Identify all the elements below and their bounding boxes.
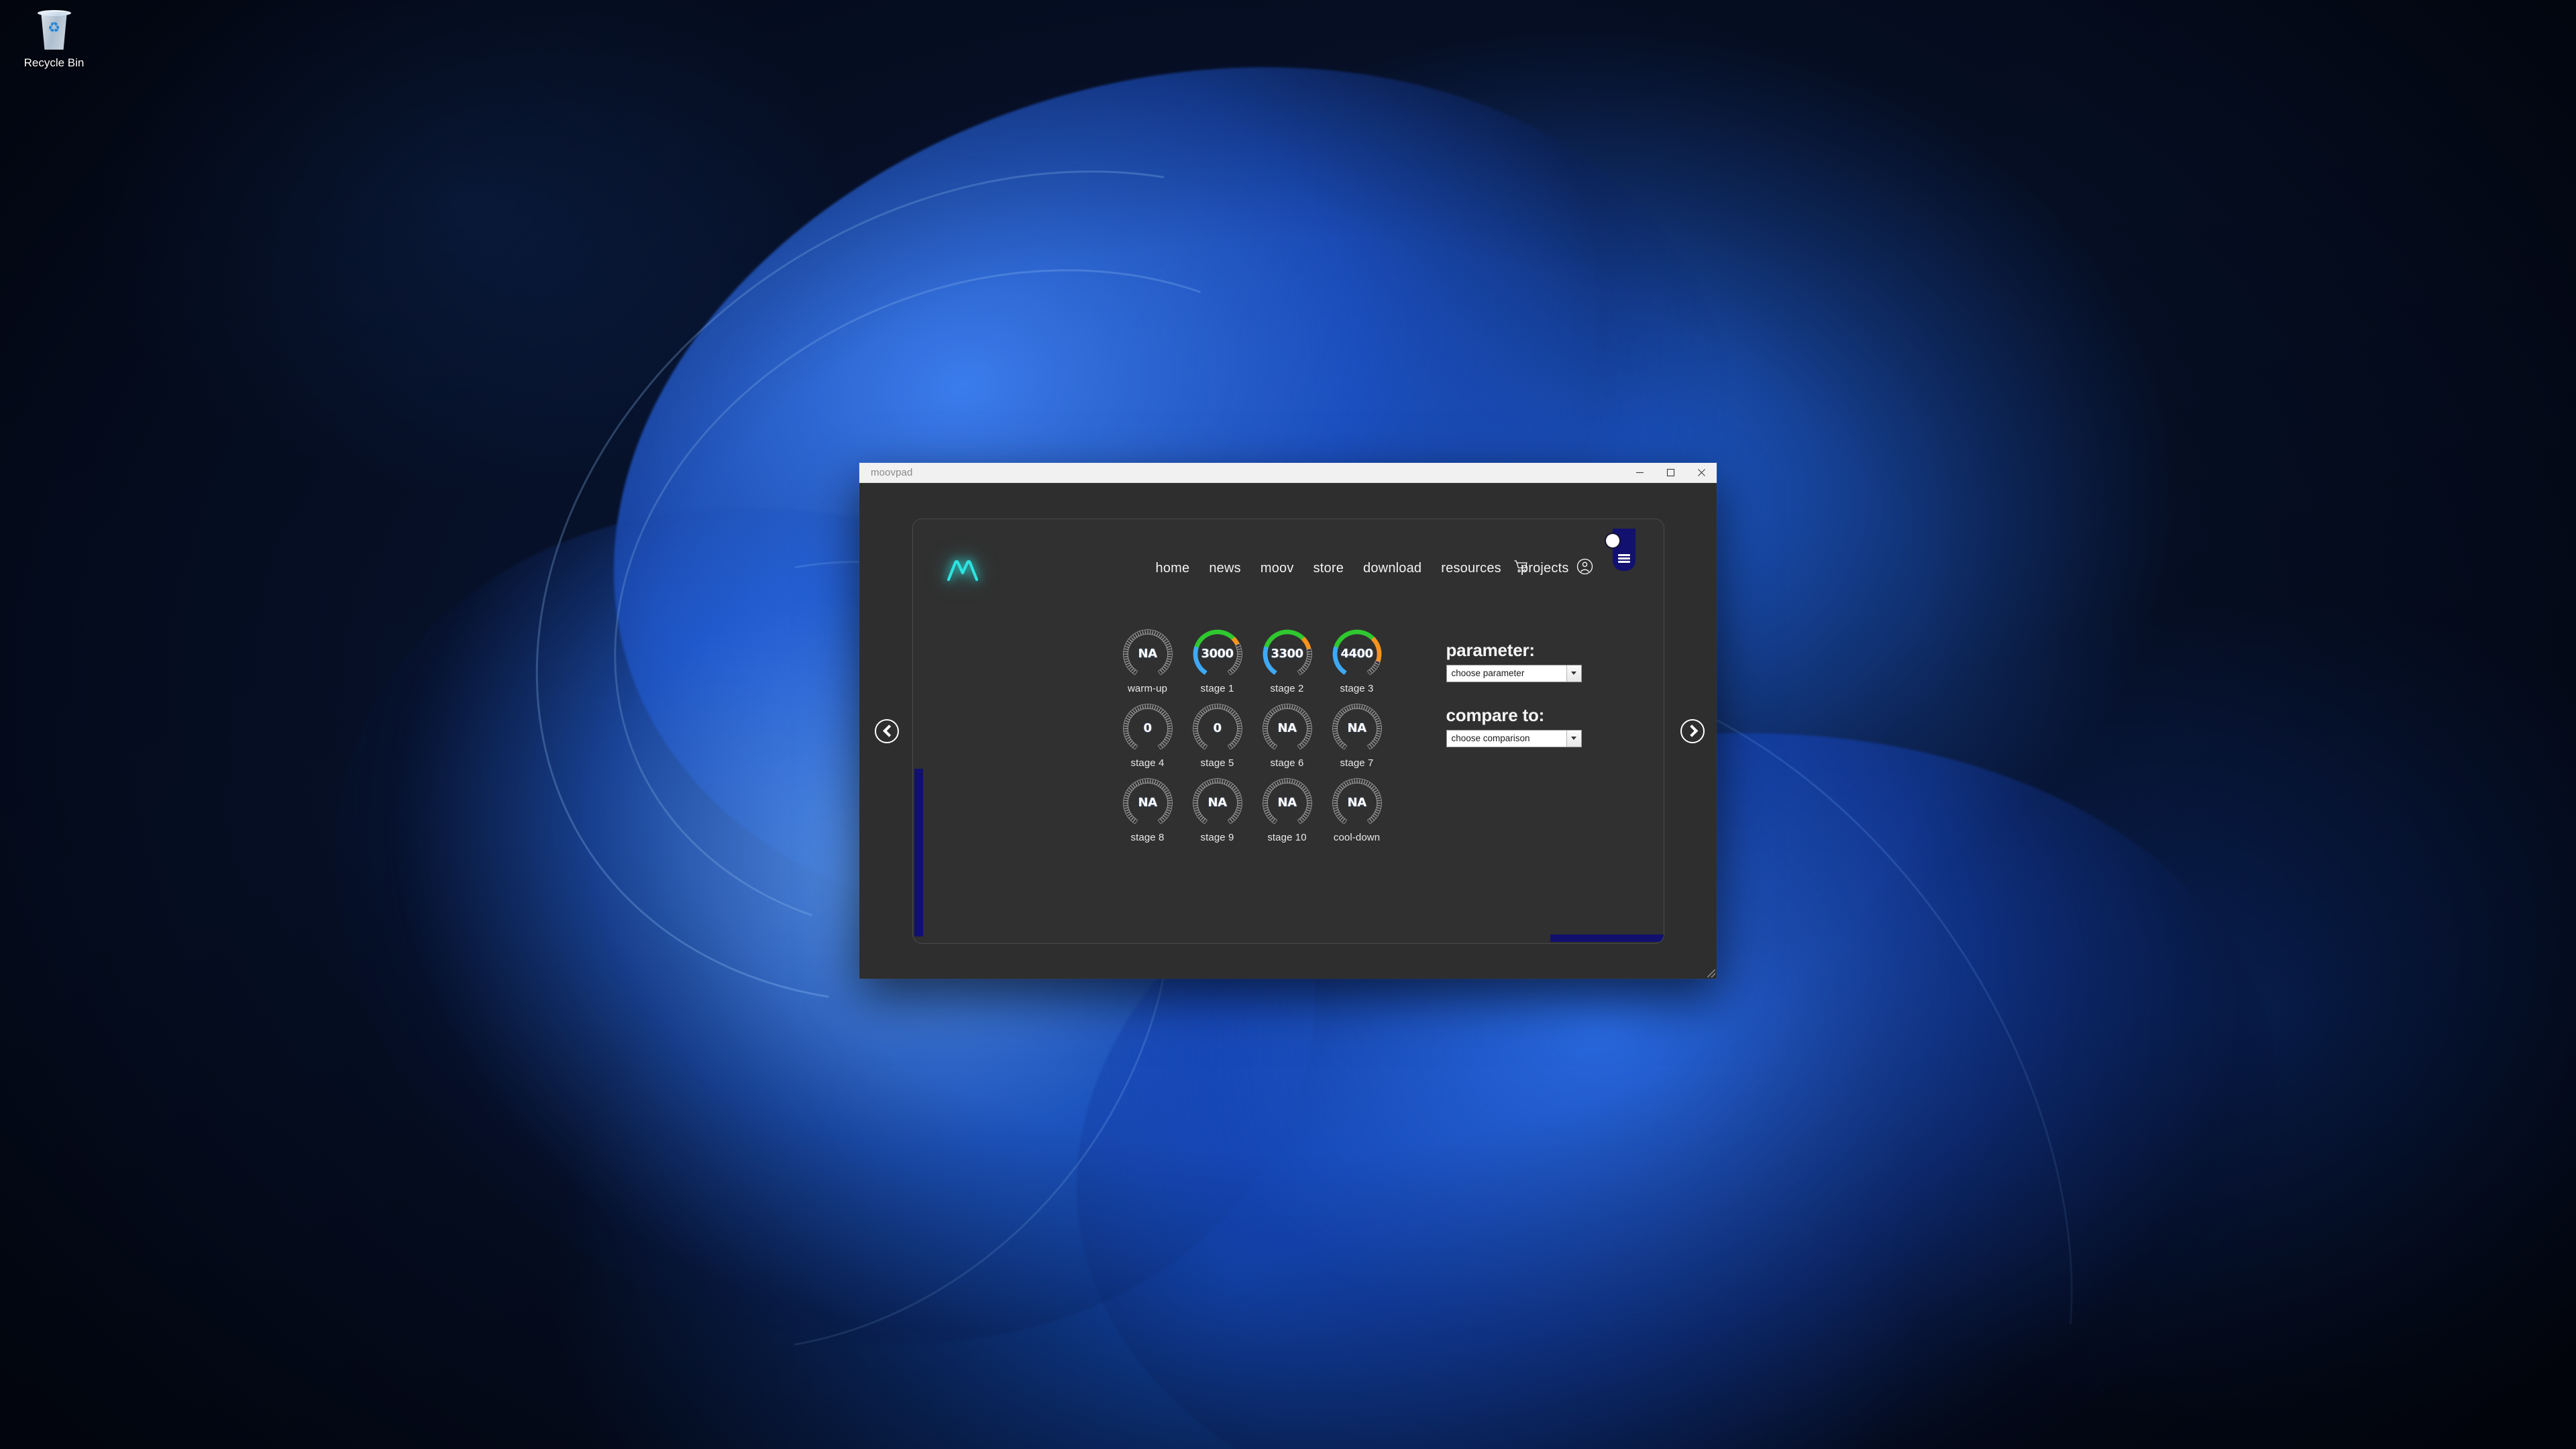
- gauge-label: stage 3: [1340, 682, 1374, 694]
- brand-logo-icon[interactable]: [945, 557, 980, 584]
- nav-link-home[interactable]: home: [1156, 561, 1190, 576]
- gauge-value: NA: [1208, 796, 1228, 810]
- gauge-cell[interactable]: NA stage 7: [1322, 701, 1392, 769]
- gauge-value: 3000: [1201, 647, 1234, 661]
- gauge-label: stage 1: [1200, 682, 1234, 694]
- carousel-next-button[interactable]: [1680, 718, 1705, 743]
- gauge-value: 0: [1213, 721, 1222, 735]
- accent-bar-left: [914, 768, 923, 936]
- gauge-ring: NA: [1330, 701, 1385, 756]
- header-actions: [1513, 558, 1593, 578]
- gauge-ring: 0: [1120, 701, 1175, 756]
- main-nav: home news moov store download resources …: [1156, 561, 1569, 576]
- gauge-label: stage 2: [1270, 682, 1304, 694]
- gauge-ring: NA: [1260, 775, 1315, 830]
- recycle-symbol: ♻: [48, 20, 60, 36]
- gauge-label: stage 9: [1200, 831, 1234, 843]
- gauge-value: NA: [1277, 796, 1297, 810]
- gauge-cell[interactable]: 3300 stage 2: [1252, 627, 1322, 694]
- gauge-value: NA: [1347, 721, 1367, 735]
- gauge-ring: 3000: [1190, 627, 1245, 682]
- comparison-select[interactable]: choose comparison: [1446, 729, 1582, 747]
- nav-link-resources[interactable]: resources: [1441, 561, 1501, 576]
- minimize-button[interactable]: [1624, 463, 1655, 483]
- gauge-value: NA: [1138, 796, 1158, 810]
- nav-link-moov[interactable]: moov: [1260, 561, 1294, 576]
- nav-link-download[interactable]: download: [1363, 561, 1421, 576]
- app-window[interactable]: moovpad home news moov store download re…: [859, 463, 1717, 979]
- gauge-ring: NA: [1120, 775, 1175, 830]
- gauge-ring: NA: [1330, 775, 1385, 830]
- app-client-area: home news moov store download resources …: [859, 483, 1717, 979]
- comparison-label: compare to:: [1446, 704, 1545, 725]
- gauge-label: stage 6: [1270, 757, 1304, 769]
- parameter-select-value: choose parameter: [1451, 668, 1525, 678]
- gauge-ring: NA: [1190, 775, 1245, 830]
- desktop-icon-label: Recycle Bin: [23, 56, 85, 69]
- gauge-ring: 0: [1190, 701, 1245, 756]
- gauge-cell[interactable]: NA stage 6: [1252, 701, 1322, 769]
- window-resize-grip[interactable]: [1707, 969, 1715, 977]
- hamburger-icon[interactable]: [1617, 553, 1630, 563]
- nav-link-news[interactable]: news: [1209, 561, 1241, 576]
- cart-icon[interactable]: [1513, 559, 1528, 577]
- gauge-value: NA: [1347, 796, 1367, 810]
- toggle-knob[interactable]: [1605, 533, 1619, 547]
- parameter-select[interactable]: choose parameter: [1446, 664, 1582, 682]
- controls-panel: parameter: choose parameter compare to: …: [1446, 640, 1601, 770]
- gauge-value: NA: [1277, 721, 1297, 735]
- recycle-bin-icon: ♻: [35, 9, 74, 51]
- gauge-label: warm-up: [1127, 682, 1168, 694]
- gauge-ring: 3300: [1260, 627, 1315, 682]
- site-header: home news moov store download resources …: [913, 519, 1664, 593]
- menu-toggle-panel[interactable]: [1605, 528, 1635, 571]
- account-icon[interactable]: [1576, 558, 1593, 578]
- gauge-cell[interactable]: NA stage 8: [1113, 775, 1183, 843]
- gauge-label: cool-down: [1333, 831, 1381, 843]
- gauge-value: NA: [1138, 647, 1158, 661]
- window-title-bar[interactable]: moovpad: [859, 463, 1717, 483]
- chevron-down-icon[interactable]: [1566, 730, 1581, 747]
- nav-link-store[interactable]: store: [1313, 561, 1344, 576]
- gauge-value: 0: [1143, 721, 1152, 735]
- gauge-label: stage 4: [1130, 757, 1165, 769]
- gauge-cell[interactable]: 0 stage 4: [1113, 701, 1183, 769]
- window-title: moovpad: [871, 467, 913, 478]
- close-button[interactable]: [1686, 463, 1717, 483]
- gauge-label: stage 7: [1340, 757, 1374, 769]
- app-card: home news moov store download resources …: [912, 518, 1664, 944]
- gauge-label: stage 10: [1267, 831, 1307, 843]
- gauge-cell[interactable]: NA stage 10: [1252, 775, 1322, 843]
- carousel-prev-button[interactable]: [875, 718, 899, 743]
- parameter-label: parameter:: [1446, 639, 1536, 660]
- chevron-right-icon: [1685, 724, 1698, 737]
- gauge-cell[interactable]: NA cool-down: [1322, 775, 1392, 843]
- gauge-cell[interactable]: 3000 stage 1: [1183, 627, 1252, 694]
- gauge-cell[interactable]: 0 stage 5: [1183, 701, 1252, 769]
- chevron-left-icon: [882, 724, 896, 737]
- gauge-cell[interactable]: NA warm-up: [1113, 627, 1183, 694]
- gauge-label: stage 8: [1130, 831, 1165, 843]
- maximize-button[interactable]: [1655, 463, 1686, 483]
- gauge-ring: NA: [1120, 627, 1175, 682]
- gauge-grid: NA warm-up 3000 stage 1 3300 stage 2 4400 stage…: [1113, 627, 1392, 843]
- desktop-icon-recycle-bin[interactable]: ♻ Recycle Bin: [5, 5, 103, 70]
- gauge-label: stage 5: [1200, 757, 1234, 769]
- gauge-value: 4400: [1340, 647, 1373, 661]
- accent-bar-bottom: [1550, 934, 1664, 942]
- gauge-cell[interactable]: NA stage 9: [1183, 775, 1252, 843]
- gauge-value: 3300: [1271, 647, 1303, 661]
- gauge-ring: NA: [1260, 701, 1315, 756]
- gauge-ring: 4400: [1330, 627, 1385, 682]
- gauge-cell[interactable]: 4400 stage 3: [1322, 627, 1392, 694]
- chevron-down-icon[interactable]: [1566, 665, 1581, 682]
- comparison-select-value: choose comparison: [1451, 733, 1530, 743]
